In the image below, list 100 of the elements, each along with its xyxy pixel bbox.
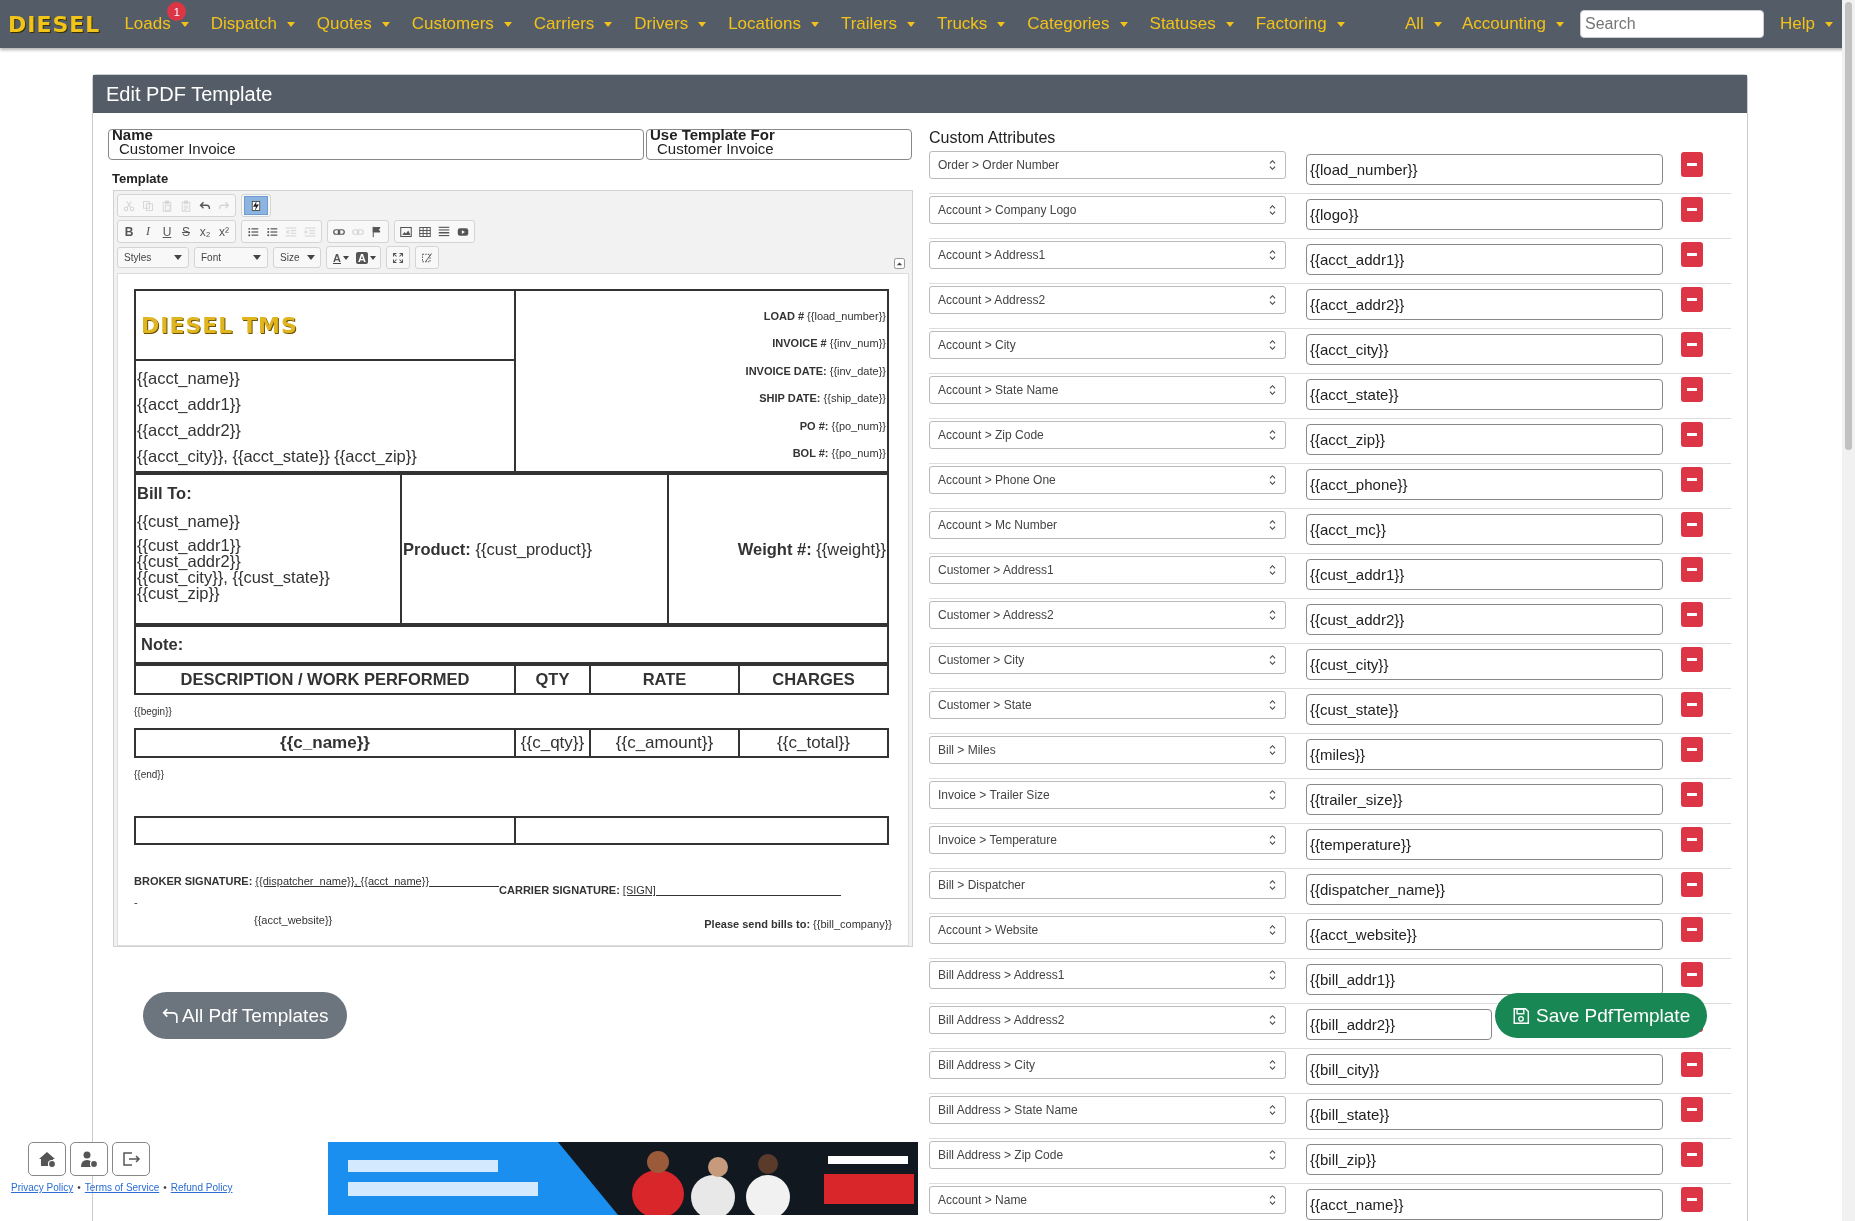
- attribute-select[interactable]: Customer > Address2: [929, 601, 1286, 629]
- attribute-value-field[interactable]: {{bill_state}}: [1306, 1099, 1663, 1130]
- remove-button[interactable]: [1681, 827, 1703, 852]
- attribute-select[interactable]: Customer > Address1: [929, 556, 1286, 584]
- user-settings-button[interactable]: [70, 1142, 108, 1176]
- remove-button[interactable]: [1681, 872, 1703, 897]
- remove-button[interactable]: [1681, 512, 1703, 537]
- toolbar-button[interactable]: S: [177, 222, 195, 241]
- remove-button[interactable]: [1681, 1187, 1703, 1212]
- remove-button[interactable]: [1681, 557, 1703, 582]
- attribute-value-field[interactable]: {{bill_addr1}}: [1306, 964, 1663, 995]
- remove-button[interactable]: [1681, 332, 1703, 357]
- toolbar-button[interactable]: I: [139, 222, 157, 241]
- toolbar-button[interactable]: A: [354, 248, 378, 267]
- nav-menu-item[interactable]: All: [1397, 14, 1450, 34]
- scrollbar-thumb[interactable]: [1845, 2, 1852, 450]
- remove-button[interactable]: [1681, 602, 1703, 627]
- footer-link[interactable]: Terms of Service: [84, 1182, 160, 1193]
- attribute-select[interactable]: Account > Address1: [929, 241, 1286, 269]
- attribute-value-field[interactable]: {{acct_mc}}: [1306, 514, 1663, 545]
- remove-button[interactable]: [1681, 1097, 1703, 1122]
- attribute-value-field[interactable]: {{load_number}}: [1306, 154, 1663, 185]
- attribute-value-field[interactable]: {{cust_state}}: [1306, 694, 1663, 725]
- toolbar-button[interactable]: A: [329, 248, 353, 267]
- nav-menu-item[interactable]: Statuses: [1141, 14, 1242, 34]
- attribute-select[interactable]: Account > Name: [929, 1186, 1286, 1214]
- nav-menu-item[interactable]: Locations: [720, 14, 827, 34]
- remove-button[interactable]: [1681, 1142, 1703, 1167]
- attribute-value-field[interactable]: {{cust_addr2}}: [1306, 604, 1663, 635]
- attribute-value-field[interactable]: {{acct_addr1}}: [1306, 244, 1663, 275]
- attribute-select[interactable]: Bill Address > State Name: [929, 1096, 1286, 1124]
- attribute-select[interactable]: Bill Address > Address1: [929, 961, 1286, 989]
- attribute-value-field[interactable]: {{cust_addr1}}: [1306, 559, 1663, 590]
- attribute-value-field[interactable]: {{acct_phone}}: [1306, 469, 1663, 500]
- remove-button[interactable]: [1681, 152, 1703, 177]
- toolbar-button[interactable]: x₂: [196, 222, 214, 241]
- attribute-value-field[interactable]: {{dispatcher_name}}: [1306, 874, 1663, 905]
- nav-menu-item[interactable]: Trucks: [928, 14, 1014, 34]
- attribute-value-field[interactable]: {{trailer_size}}: [1306, 784, 1663, 815]
- collapse-toolbar-icon[interactable]: [894, 258, 905, 269]
- remove-button[interactable]: [1681, 647, 1703, 672]
- attribute-value-field[interactable]: {{bill_zip}}: [1306, 1144, 1663, 1175]
- attribute-select[interactable]: Account > Mc Number: [929, 511, 1286, 539]
- attribute-select[interactable]: Customer > State: [929, 691, 1286, 719]
- remove-button[interactable]: [1681, 422, 1703, 447]
- nav-menu-item[interactable]: Accounting: [1453, 14, 1573, 34]
- attribute-value-field[interactable]: {{miles}}: [1306, 739, 1663, 770]
- attribute-select[interactable]: Invoice > Temperature: [929, 826, 1286, 854]
- logout-button[interactable]: [112, 1142, 150, 1176]
- attribute-value-field[interactable]: {{temperature}}: [1306, 829, 1663, 860]
- attribute-value-field[interactable]: {{logo}}: [1306, 199, 1663, 230]
- remove-button[interactable]: [1681, 377, 1703, 402]
- toolbar-button[interactable]: U: [158, 222, 176, 241]
- attribute-select[interactable]: Account > City: [929, 331, 1286, 359]
- nav-menu-item[interactable]: Trailers: [832, 14, 923, 34]
- attribute-select[interactable]: Bill > Dispatcher: [929, 871, 1286, 899]
- remove-button[interactable]: [1681, 692, 1703, 717]
- attribute-value-field[interactable]: {{bill_city}}: [1306, 1054, 1663, 1085]
- nav-menu-item[interactable]: Customers: [403, 14, 520, 34]
- toolbar-button[interactable]: x²: [215, 222, 233, 241]
- logo[interactable]: DIESEL: [8, 11, 101, 37]
- attribute-select[interactable]: Bill > Miles: [929, 736, 1286, 764]
- remove-button[interactable]: [1681, 287, 1703, 312]
- attribute-value-field[interactable]: {{acct_website}}: [1306, 919, 1663, 950]
- toolbar-button[interactable]: B: [120, 222, 138, 241]
- use-template-field[interactable]: Use Template For Customer Invoice: [646, 129, 912, 160]
- attribute-value-field[interactable]: {{acct_addr2}}: [1306, 289, 1663, 320]
- toolbar-dropdown[interactable]: Size: [273, 247, 321, 268]
- all-templates-button[interactable]: All Pdf Templates: [143, 992, 348, 1039]
- home-settings-button[interactable]: [28, 1142, 66, 1176]
- attribute-select[interactable]: Account > State Name: [929, 376, 1286, 404]
- nav-menu-item[interactable]: Dispatch: [202, 14, 303, 34]
- attribute-value-field[interactable]: {{acct_city}}: [1306, 334, 1663, 365]
- toolbar-dropdown[interactable]: Styles: [117, 247, 189, 268]
- attribute-select[interactable]: Account > Company Logo: [929, 196, 1286, 224]
- footer-link[interactable]: Privacy Policy: [11, 1182, 74, 1193]
- remove-button[interactable]: [1681, 197, 1703, 222]
- attribute-select[interactable]: Invoice > Trailer Size: [929, 781, 1286, 809]
- remove-button[interactable]: [1681, 467, 1703, 492]
- attribute-select[interactable]: Customer > City: [929, 646, 1286, 674]
- remove-button[interactable]: [1681, 737, 1703, 762]
- attribute-select[interactable]: Account > Zip Code: [929, 421, 1286, 449]
- toolbar-dropdown[interactable]: Font: [194, 247, 268, 268]
- remove-button[interactable]: [1681, 962, 1703, 987]
- attribute-value-field[interactable]: {{bill_addr2}}: [1306, 1009, 1492, 1040]
- nav-menu-item[interactable]: Quotes: [308, 14, 398, 34]
- attribute-value-field[interactable]: {{cust_city}}: [1306, 649, 1663, 680]
- attribute-select[interactable]: Bill Address > Address2: [929, 1006, 1286, 1034]
- nav-menu-item[interactable]: Carriers: [525, 14, 621, 34]
- attribute-select[interactable]: Bill Address > City: [929, 1051, 1286, 1079]
- remove-button[interactable]: [1681, 782, 1703, 807]
- attribute-select[interactable]: Account > Website: [929, 916, 1286, 944]
- search-field[interactable]: Search: [1580, 10, 1765, 38]
- nav-menu-item[interactable]: Factoring: [1247, 14, 1353, 34]
- remove-button[interactable]: [1681, 242, 1703, 267]
- attribute-select[interactable]: Account > Address2: [929, 286, 1286, 314]
- attribute-select[interactable]: Account > Phone One: [929, 466, 1286, 494]
- remove-button[interactable]: [1681, 917, 1703, 942]
- help-menu-item[interactable]: Help: [1772, 14, 1841, 34]
- remove-button[interactable]: [1681, 1052, 1703, 1077]
